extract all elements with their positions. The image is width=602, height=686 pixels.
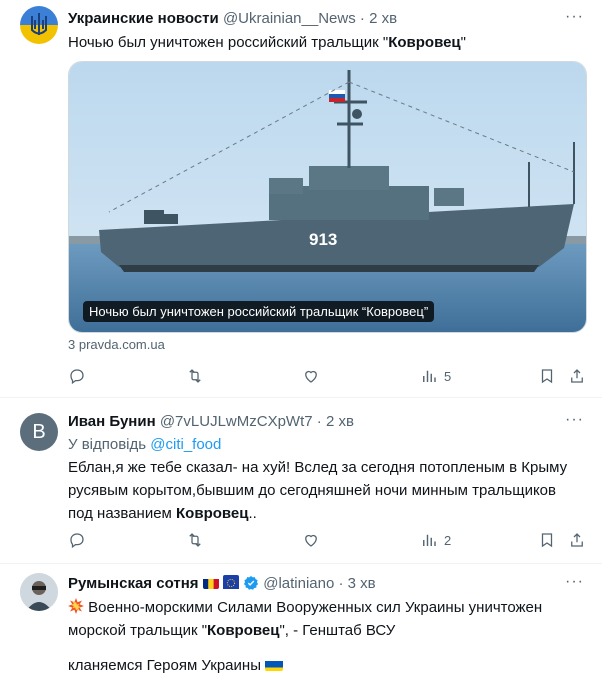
views-icon [423,534,436,546]
share-button[interactable] [568,530,586,550]
like-icon [305,370,317,383]
separator-dot: · [316,413,322,430]
reply-button[interactable] [68,366,86,386]
timestamp[interactable]: 3 хв [348,575,376,592]
more-options-button[interactable]: ··· [565,411,584,429]
author-name[interactable]: Иван Бунин [68,413,156,430]
tweet-text-bold: Ковровец [388,34,461,51]
tweet-text-bold: Ковровец [207,622,280,639]
author-handle[interactable]: @latiniano [263,575,334,592]
like-button[interactable] [302,530,320,550]
person-photo-avatar [20,573,58,611]
retweet-button[interactable] [186,366,204,386]
trident-avatar-icon [20,6,58,44]
author-name[interactable]: Румынская сотня [68,575,199,592]
views-count: 2 [444,532,452,548]
retweet-icon [189,533,201,547]
reply-button[interactable] [68,530,86,550]
tweet-rumynskaya-sotnya[interactable]: Румынская сотня @latiniano · 3 хв ··· Во… [0,563,602,686]
separator-dot: · [338,575,344,592]
retweet-icon [189,369,201,383]
bookmark-icon [541,369,553,384]
tweet-header: Румынская сотня @latiniano · 3 хв [68,574,376,594]
collision-emoji-icon [68,598,88,616]
link-card-image[interactable]: 913 Ночью был уничтожен российский траль… [68,61,587,333]
tweet-text-suffix: ", - Генштаб ВСУ [279,622,396,639]
tweet-text-line2-content: кланяемся Героям Украины [68,657,261,674]
share-icon [571,369,583,383]
retweet-button[interactable] [186,530,204,550]
avatar[interactable]: В [20,413,58,451]
tweet-text: Военно-морскими Силами Вооруженных сил У… [68,596,588,642]
hull-number: 913 [309,230,337,249]
eu-flag-icon [222,575,239,589]
more-options-button[interactable]: ··· [565,573,584,591]
tweet-text-suffix: .. [248,505,257,522]
author-handle[interactable]: @Ukrainian__News [223,10,356,27]
tweet-header: Украинские новости @Ukrainian__News · 2 … [68,9,397,29]
warship-photo: 913 [69,62,586,332]
share-button[interactable] [568,366,586,386]
timestamp[interactable]: 2 хв [326,413,354,430]
tweet-actions: 5 [68,366,588,386]
tweet-text: Еблан,я же тебе сказал- на хуй! Вслед за… [68,456,578,525]
tweet-text-line2: кланяемся Героям Украины [68,654,588,677]
author-handle[interactable]: @7vLUJLwMzCXpWt7 [160,413,313,430]
bookmark-icon [541,533,553,548]
views-count: 5 [444,368,452,384]
avatar[interactable] [20,573,58,611]
romania-flag-icon [202,577,219,589]
reply-icon [70,369,84,385]
tweet-actions: 2 [68,530,588,550]
tweet-header: Иван Бунин @7vLUJLwMzCXpWt7 · 2 хв [68,412,354,432]
tweet-text-prefix: Еблан,я же тебе сказал- на хуй! Вслед за… [68,459,568,522]
ukraine-flag-icon [265,658,284,671]
tweet-text-bold: Ковровец [176,505,249,522]
avatar-letter: В [32,420,46,443]
verified-icon [243,575,263,592]
reply-to-handle[interactable]: @citi_food [150,436,221,453]
views-button[interactable]: 2 [420,530,451,550]
like-button[interactable] [302,366,320,386]
link-card-title[interactable]: Ночью был уничтожен российский тральщик … [83,301,435,322]
bookmark-button[interactable] [538,366,556,386]
author-name[interactable]: Украинские новости [68,10,219,27]
tweet-ivan-bunin[interactable]: В Иван Бунин @7vLUJLwMzCXpWt7 · 2 хв ···… [0,397,602,564]
tweet-text-suffix: " [460,34,466,51]
tweet-text-prefix: Ночью был уничтожен российский тральщик … [68,34,389,51]
reply-to-label: У відповідь [68,436,147,453]
timestamp[interactable]: 2 хв [369,10,397,27]
reply-to: У відповідь @citi_food [68,435,221,455]
views-icon [423,370,436,382]
more-options-button[interactable]: ··· [565,8,584,26]
like-icon [305,534,317,547]
separator-dot: · [359,10,365,27]
bookmark-button[interactable] [538,530,556,550]
tweet-text: Ночью был уничтожен российский тральщик … [68,31,588,54]
link-source[interactable]: 3 pravda.com.ua [68,337,165,352]
reply-icon [70,533,84,549]
avatar[interactable] [20,6,58,44]
views-button[interactable]: 5 [420,366,451,386]
tweet-ukrainian-news[interactable]: Украинские новости @Ukrainian__News · 2 … [0,0,602,398]
share-icon [571,533,583,547]
